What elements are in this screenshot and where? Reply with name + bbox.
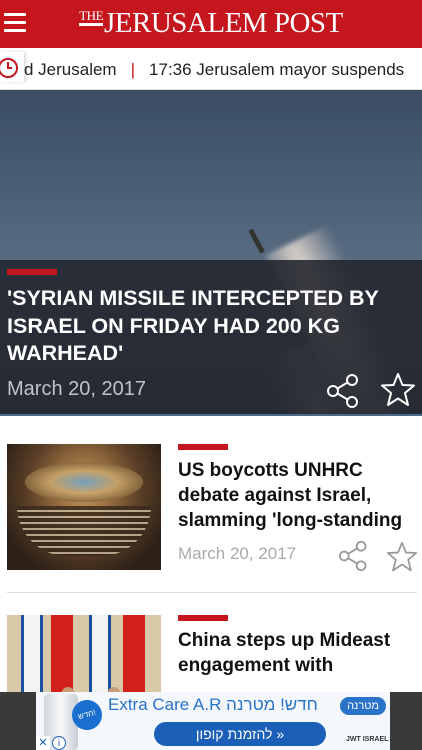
site-logo[interactable]: THEJERUSALEM POST <box>0 7 422 39</box>
article-date: March 20, 2017 <box>178 544 297 563</box>
ad-headline: Extra Care A.R חדש! מטרנה <box>108 695 318 714</box>
breaking-news-ticker[interactable]: d Jerusalem | 17:36 Jerusalem mayor suspen… <box>0 48 422 90</box>
category-bar <box>178 444 228 450</box>
category-bar <box>7 269 57 275</box>
star-icon[interactable] <box>380 372 416 413</box>
info-icon[interactable]: i <box>52 736 66 750</box>
star-icon[interactable] <box>386 541 418 578</box>
share-icon[interactable] <box>326 373 362 414</box>
category-bar <box>178 615 228 621</box>
un-chamber-image <box>7 444 161 570</box>
article-thumbnail[interactable] <box>7 444 161 570</box>
logo-the: THE <box>79 9 104 26</box>
ticker-text: d Jerusalem | 17:36 Jerusalem mayor suspen… <box>24 60 404 80</box>
hero-caption-panel: 'Syrian missile intercepted by Israel on… <box>0 260 422 416</box>
ad-banner[interactable]: חדש! Extra Care A.R חדש! מטרנה מטרנה להז… <box>0 692 422 750</box>
share-icon[interactable] <box>338 540 370 577</box>
list-item[interactable]: US boycotts UNHRC debate against Israel,… <box>0 416 422 592</box>
ad-agency-mark: JWT ISRAEL <box>346 736 389 743</box>
logo-name: JERUSALEM POST <box>104 7 343 39</box>
missile-image <box>248 228 265 254</box>
list-item[interactable]: China steps up Mideast engagement with <box>0 593 422 692</box>
hero-headline[interactable]: 'Syrian missile intercepted by Israel on… <box>7 285 407 368</box>
article-thumbnail[interactable] <box>7 615 161 692</box>
hero-date: March 20, 2017 <box>7 378 146 400</box>
clock-icon <box>0 52 24 82</box>
app-header: THEJERUSALEM POST <box>0 0 422 48</box>
article-headline[interactable]: China steps up Mideast engagement with <box>178 628 410 678</box>
china-meeting-image <box>7 615 161 692</box>
ad-creative[interactable]: חדש! Extra Care A.R חדש! מטרנה מטרנה להז… <box>36 692 390 750</box>
ticker-item[interactable]: d Jerusalem <box>24 60 117 79</box>
ticker-separator: | <box>130 60 136 79</box>
close-icon[interactable]: ✕ <box>36 736 50 750</box>
ticker-item[interactable]: 17:36 Jerusalem mayor suspends <box>149 60 404 79</box>
article-headline[interactable]: US boycotts UNHRC debate against Israel,… <box>178 458 410 533</box>
hero-article[interactable]: 'Syrian missile intercepted by Israel on… <box>0 90 422 416</box>
ad-coupon-button[interactable]: להזמנת קופון » <box>154 722 326 746</box>
ad-brand: מטרנה <box>340 697 386 715</box>
